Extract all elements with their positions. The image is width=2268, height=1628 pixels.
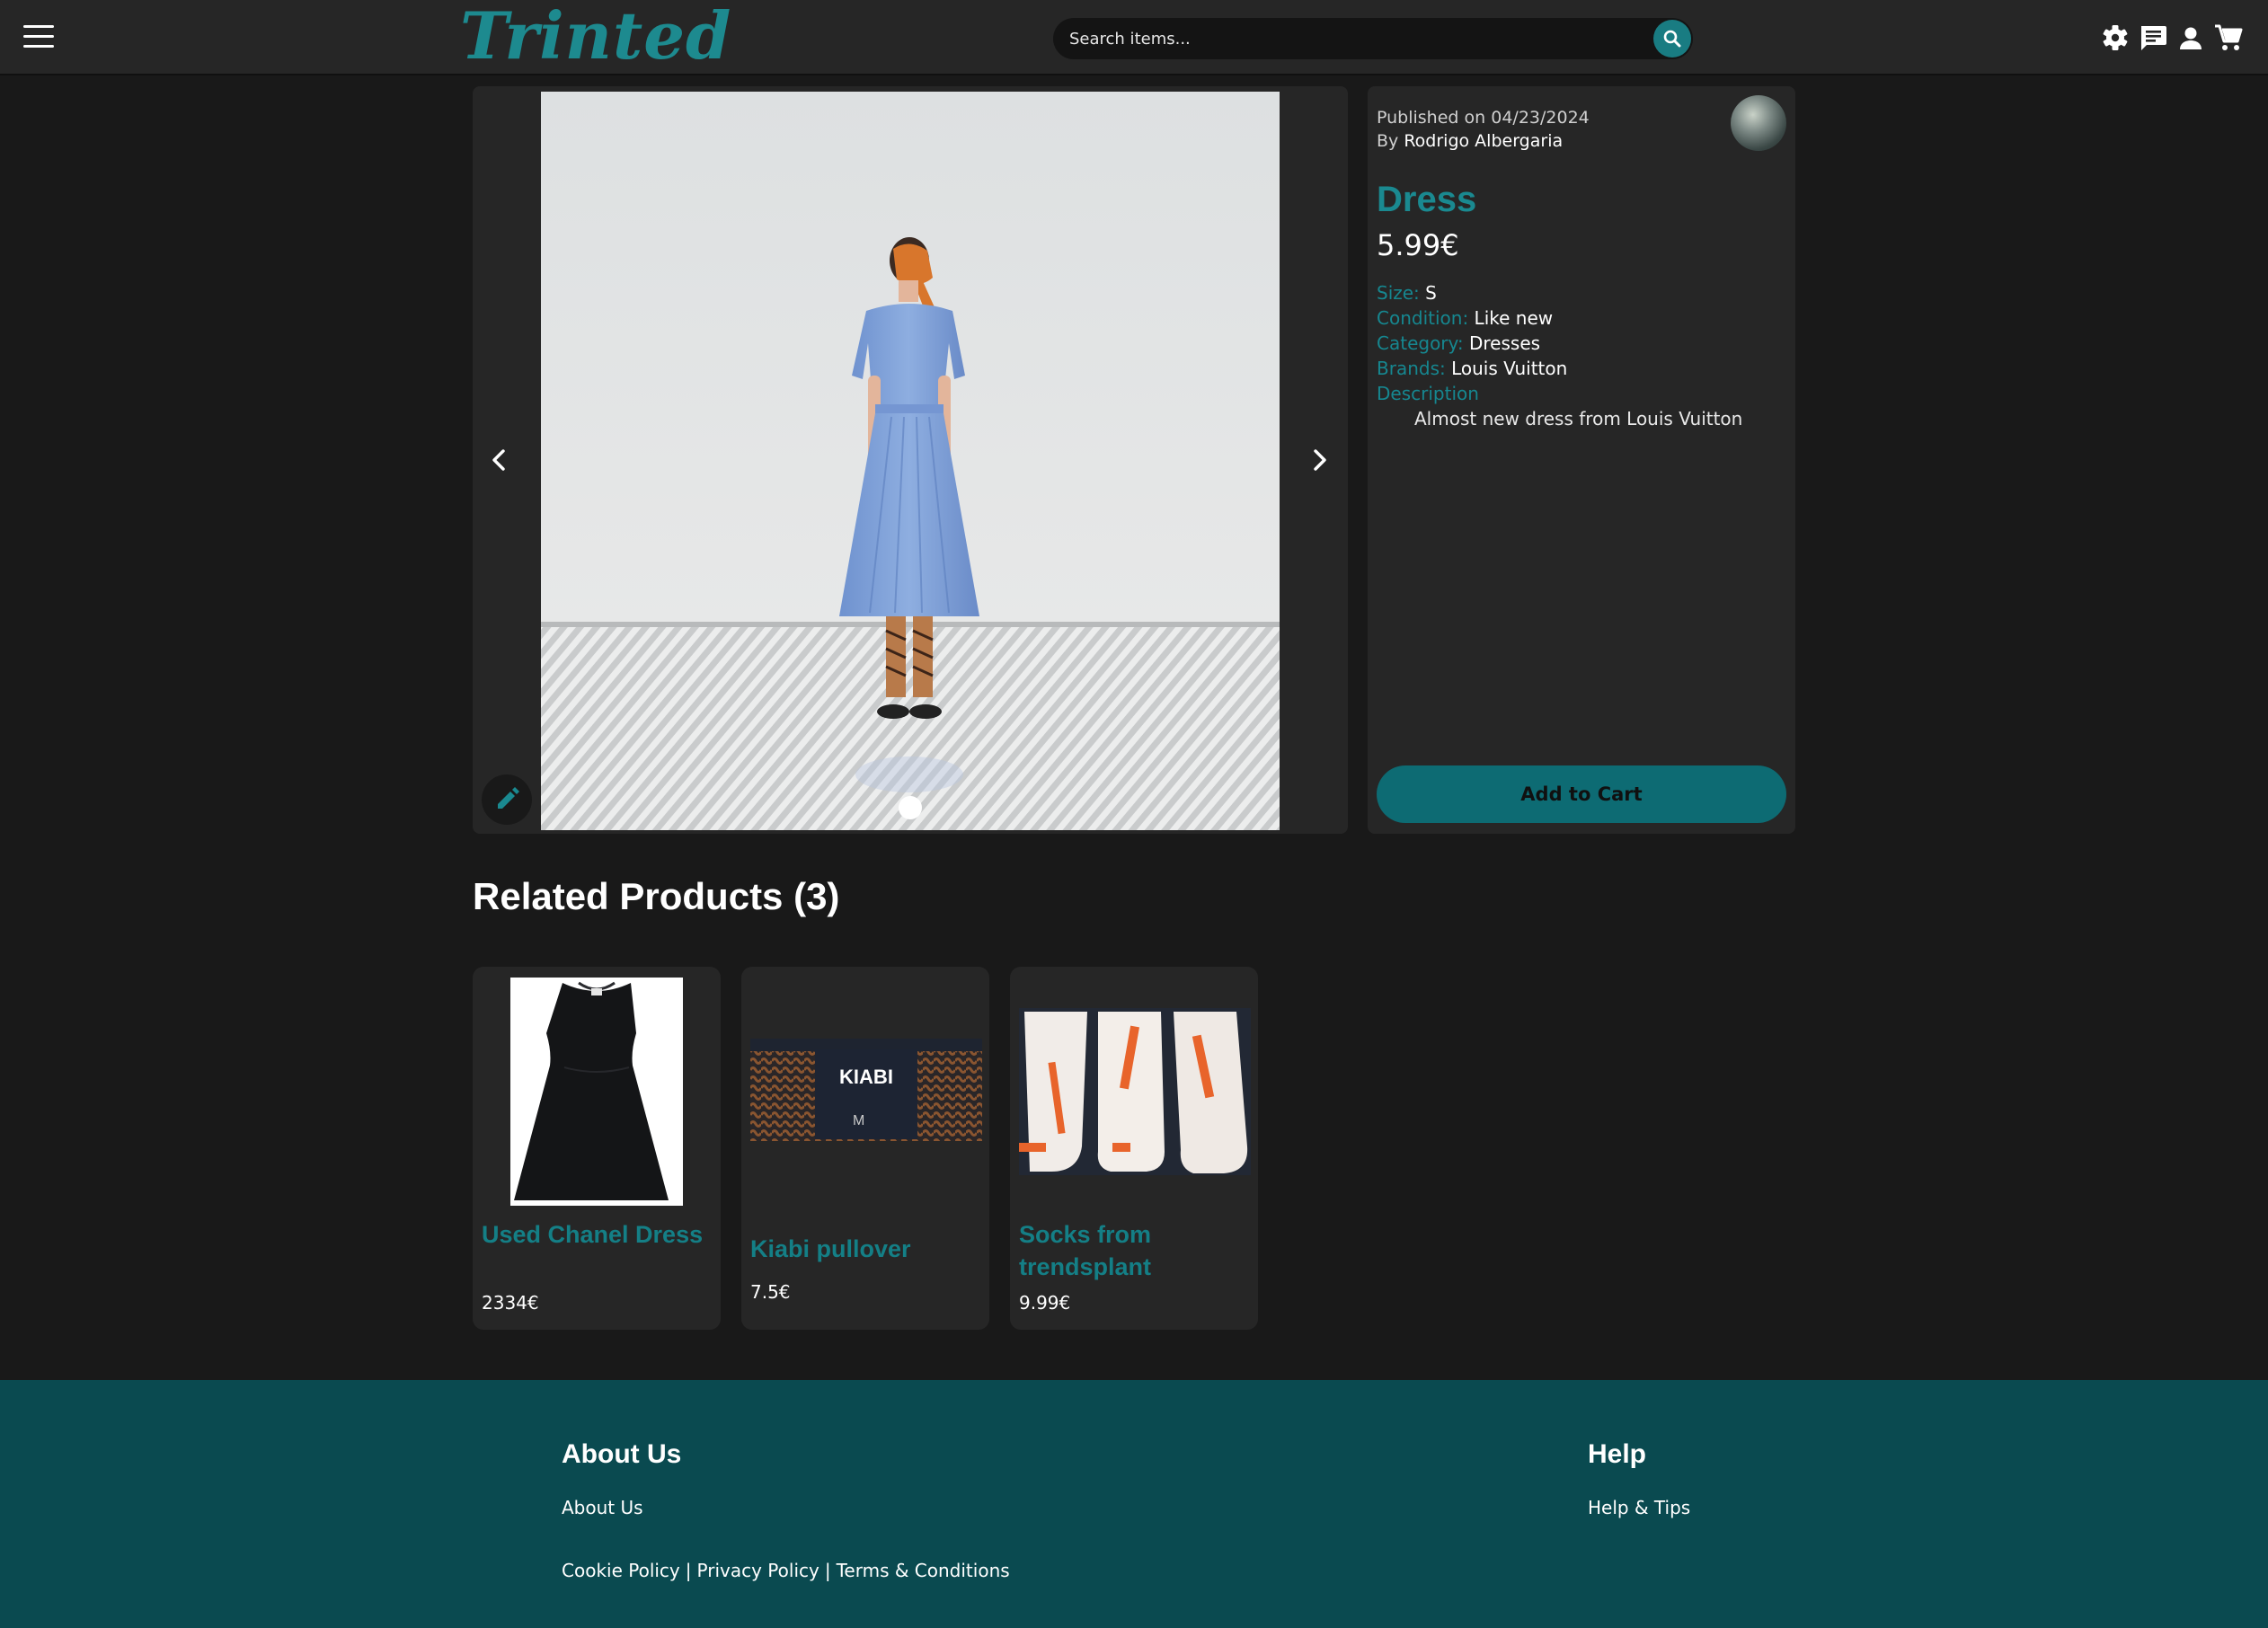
condition-value: Like new [1474,307,1554,329]
related-product-card[interactable]: Socks from trendsplant 9.99€ [1010,967,1258,1330]
published-label: Published on [1377,108,1486,128]
related-product-price: 2334€ [482,1292,539,1314]
product-details: Published on 04/23/2024 By Rodrigo Alber… [1368,86,1795,834]
pencil-icon [498,787,519,809]
separator: | [824,1560,831,1581]
search-button[interactable] [1653,20,1691,58]
product-thumbnail [1019,1008,1251,1175]
published-date: 04/23/2024 [1491,108,1590,128]
edit-button[interactable] [482,774,532,825]
menu-icon[interactable] [23,25,54,49]
condition-label: Condition: [1377,307,1469,329]
description-text: Almost new dress from Louis Vuitton [1414,408,1743,429]
related-product-price: 9.99€ [1019,1292,1071,1314]
about-link[interactable]: About Us [562,1497,643,1518]
seller-avatar[interactable] [1731,95,1786,151]
chat-icon[interactable] [2137,20,2169,56]
size-tag: M [853,1113,864,1128]
related-product-card[interactable]: KIABI M Kiabi pullover 7.5€ [741,967,989,1330]
seller-name[interactable]: Rodrigo Albergaria [1404,131,1563,151]
related-product-card[interactable]: Used Chanel Dress 2334€ [473,967,721,1330]
profile-icon[interactable] [2175,20,2207,56]
separator: | [685,1560,692,1581]
chevron-right-icon [1314,449,1326,471]
by-label: By [1377,131,1399,151]
related-product-name[interactable]: Socks from trendsplant [1019,1218,1244,1283]
size-label: Size: [1377,282,1420,304]
search-bar [1053,18,1693,59]
related-product-name[interactable]: Used Chanel Dress [482,1218,706,1251]
settings-icon[interactable] [2099,20,2131,56]
add-to-cart-button[interactable]: Add to Cart [1377,765,1786,823]
cart-icon[interactable] [2212,20,2245,56]
brand-label: KIABI [839,1066,893,1088]
related-product-price: 7.5€ [750,1281,791,1303]
related-products-heading: Related Products (3) [473,875,840,917]
product-title: Dress [1377,180,1477,219]
search-icon [1663,30,1681,48]
description-label: Description [1377,383,1479,404]
category-label: Category: [1377,332,1464,354]
size-value: S [1425,282,1437,304]
help-link[interactable]: Help & Tips [1588,1497,1690,1518]
help-heading: Help [1588,1439,1647,1469]
next-image-button[interactable] [1301,442,1337,478]
terms-link[interactable]: Terms & Conditions [837,1560,1010,1581]
product-thumbnail [510,978,683,1206]
cookie-policy-link[interactable]: Cookie Policy [562,1560,680,1581]
search-input[interactable] [1053,18,1646,59]
related-product-name[interactable]: Kiabi pullover [750,1233,975,1265]
top-bar: Trinted [0,0,2268,75]
chevron-left-icon [492,449,505,471]
brands-label: Brands: [1377,358,1446,379]
brands-value: Louis Vuitton [1451,358,1568,379]
image-gallery [473,86,1348,834]
prev-image-button[interactable] [482,442,518,478]
category-value: Dresses [1469,332,1541,354]
product-specs: Size: S Condition: Like new Category: Dr… [1377,280,1742,431]
about-heading: About Us [562,1439,682,1469]
product-thumbnail: KIABI M [750,1039,982,1141]
logo[interactable]: Trinted [460,0,731,74]
legal-links: Cookie Policy | Privacy Policy | Terms & Con… [562,1560,1010,1581]
product-photo [541,92,1280,830]
publish-info: Published on 04/23/2024 By Rodrigo Alber… [1377,106,1590,153]
privacy-policy-link[interactable]: Privacy Policy [697,1560,819,1581]
footer: About Us About Us Help Help & Tips Cooki… [0,1380,2268,1628]
product-price: 5.99€ [1377,228,1459,262]
carousel-dot[interactable] [899,796,922,819]
